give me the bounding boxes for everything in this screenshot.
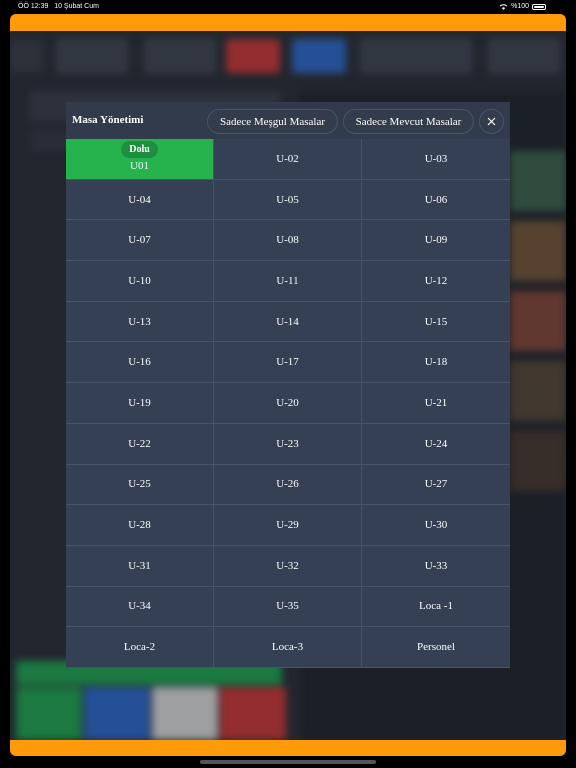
- home-indicator[interactable]: [200, 760, 376, 764]
- table-label: U-34: [128, 600, 151, 613]
- close-button[interactable]: [479, 109, 504, 134]
- table-cell[interactable]: U-15: [362, 301, 510, 343]
- table-cell[interactable]: U-28: [66, 505, 214, 546]
- frame-top-bar: [10, 14, 566, 31]
- table-label: U-27: [424, 478, 448, 491]
- table-cell[interactable]: U-20: [214, 383, 362, 424]
- table-cell[interactable]: Loca-2: [66, 627, 214, 668]
- table-label: U-26: [276, 478, 299, 491]
- battery-icon: [532, 3, 546, 10]
- table-cell[interactable]: U-13: [66, 301, 214, 343]
- table-label: U-19: [128, 396, 151, 409]
- table-cell[interactable]: U-25: [66, 464, 214, 506]
- table-cell[interactable]: U-22: [66, 423, 214, 465]
- table-cell[interactable]: U-21: [362, 383, 510, 424]
- table-cell[interactable]: U-29: [214, 505, 362, 546]
- table-cell[interactable]: U-34: [66, 586, 214, 628]
- table-cell[interactable]: U-04: [66, 179, 214, 221]
- table-cell[interactable]: U-23: [214, 423, 362, 465]
- table-cell[interactable]: Loca-3: [214, 627, 362, 668]
- table-label: U-04: [128, 193, 151, 206]
- battery-percent: %100: [511, 3, 529, 10]
- table-cell[interactable]: U-09: [362, 220, 510, 262]
- table-label: U-11: [276, 274, 299, 287]
- wifi-icon: [499, 4, 508, 10]
- table-label: U-09: [424, 234, 448, 247]
- table-cell[interactable]: U-32: [214, 545, 362, 587]
- table-label: U-31: [128, 559, 151, 572]
- table-label: U-03: [424, 152, 448, 165]
- table-label: U-22: [128, 437, 151, 450]
- only-available-tables-button[interactable]: Sadece Mevcut Masalar: [343, 109, 474, 134]
- table-cell[interactable]: U-11: [214, 261, 362, 302]
- table-label: U-21: [424, 396, 448, 409]
- table-cell[interactable]: Dolu U01: [66, 139, 214, 180]
- table-label: U-05: [276, 193, 299, 206]
- table-label: U-35: [276, 600, 299, 613]
- table-cell[interactable]: Loca -1: [362, 586, 510, 628]
- table-cell[interactable]: U-08: [214, 220, 362, 262]
- table-cell[interactable]: U-10: [66, 261, 214, 302]
- status-date: 10 Şubat Cum: [54, 3, 99, 10]
- table-cell[interactable]: U-24: [362, 423, 510, 465]
- table-cell[interactable]: U-33: [362, 545, 510, 587]
- table-cell[interactable]: U-14: [214, 301, 362, 343]
- table-grid: Dolu U01 U-02 U-03 U-04 U-05 U-06 U-07 U-08 U-09 U…: [66, 139, 510, 668]
- table-cell[interactable]: U-19: [66, 383, 214, 424]
- table-label: Personel: [417, 641, 455, 654]
- occupied-badge: Dolu: [121, 141, 158, 158]
- table-label: U-07: [128, 234, 151, 247]
- table-label: U-33: [424, 559, 448, 572]
- table-label: U-14: [276, 315, 299, 328]
- table-label: U-30: [424, 519, 448, 532]
- table-cell[interactable]: U-03: [362, 139, 510, 180]
- table-cell[interactable]: U-30: [362, 505, 510, 546]
- table-cell[interactable]: Personel: [362, 627, 510, 668]
- table-label: Loca-3: [271, 641, 304, 654]
- table-cell[interactable]: U-07: [66, 220, 214, 262]
- table-label: U-08: [276, 234, 299, 247]
- table-cell[interactable]: U-27: [362, 464, 510, 506]
- table-cell[interactable]: U-02: [214, 139, 362, 180]
- table-label: U-25: [128, 478, 151, 491]
- table-label: U-02: [276, 152, 299, 165]
- table-label: U-13: [128, 315, 151, 328]
- table-label: U-24: [424, 437, 448, 450]
- only-busy-tables-button[interactable]: Sadece Meşgul Masalar: [207, 109, 338, 134]
- table-cell[interactable]: U-12: [362, 261, 510, 302]
- table-label: U-15: [424, 315, 448, 328]
- table-label: Loca-2: [123, 641, 156, 654]
- modal-title: Masa Yönetimi: [72, 114, 144, 126]
- table-label: U-06: [424, 193, 448, 206]
- status-time: ÖÖ 12:39: [18, 3, 49, 10]
- table-label: U01: [130, 160, 149, 172]
- table-label: U-10: [128, 274, 151, 287]
- close-icon: [487, 117, 496, 126]
- table-management-modal: Masa Yönetimi Sadece Meşgul Masalar Sade…: [66, 102, 510, 668]
- table-cell[interactable]: U-35: [214, 586, 362, 628]
- table-cell[interactable]: U-31: [66, 545, 214, 587]
- table-label: U-12: [424, 274, 448, 287]
- table-label: U-32: [276, 559, 299, 572]
- modal-header: Masa Yönetimi Sadece Meşgul Masalar Sade…: [66, 102, 510, 139]
- table-label: U-23: [276, 437, 299, 450]
- table-label: U-29: [276, 519, 299, 532]
- table-cell[interactable]: U-06: [362, 179, 510, 221]
- table-cell[interactable]: U-26: [214, 464, 362, 506]
- table-label: U-18: [424, 356, 448, 369]
- table-label: U-17: [276, 356, 299, 369]
- frame-bottom-bar: [10, 740, 566, 756]
- table-label: Loca -1: [419, 600, 453, 613]
- table-cell[interactable]: U-18: [362, 342, 510, 384]
- table-cell[interactable]: U-16: [66, 342, 214, 384]
- table-label: U-20: [276, 396, 299, 409]
- table-label: U-16: [128, 356, 151, 369]
- table-label: U-28: [128, 519, 151, 532]
- table-cell[interactable]: U-17: [214, 342, 362, 384]
- table-cell[interactable]: U-05: [214, 179, 362, 221]
- status-bar: ÖÖ 12:39 10 Şubat Cum %100: [0, 0, 576, 14]
